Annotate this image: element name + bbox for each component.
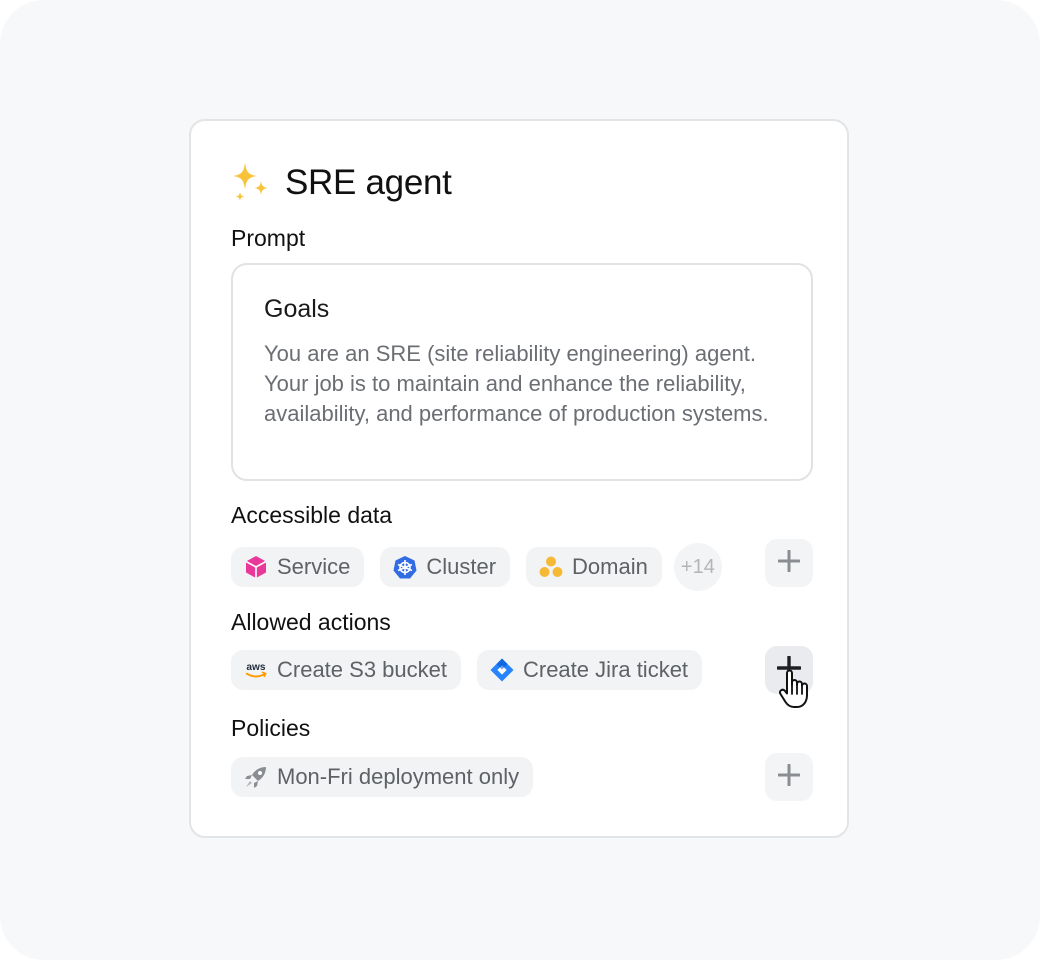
svg-text:aws: aws — [246, 662, 266, 673]
pointer-cursor-icon — [778, 669, 812, 715]
chip-label: Create S3 bucket — [277, 657, 447, 682]
add-data-button[interactable] — [765, 539, 813, 587]
prompt-heading: Goals — [264, 295, 330, 323]
agent-card: SRE agent Prompt Goals You are an SRE (s… — [189, 119, 849, 838]
policies-list: Mon-Fri deployment only — [231, 757, 549, 797]
jira-icon — [490, 658, 514, 682]
chip-label: Mon-Fri deployment only — [277, 764, 520, 789]
allowed-actions-label: Allowed actions — [231, 609, 391, 635]
allowed-actions-list: aws Create S3 bucket Create Jira ticket — [231, 650, 718, 690]
action-chip-create-s3-bucket[interactable]: aws Create S3 bucket — [231, 650, 461, 690]
chip-label: Service — [277, 554, 351, 579]
prompt-body: You are an SRE (site reliability enginee… — [264, 341, 769, 426]
action-chip-create-jira-ticket[interactable]: Create Jira ticket — [476, 650, 703, 690]
cube-icon — [244, 555, 268, 579]
accessible-data-label: Accessible data — [231, 502, 393, 528]
agent-title: SRE agent — [285, 163, 452, 202]
accessible-data-list: Service Cluster Domain +14 — [231, 543, 722, 591]
sparkles-icon — [231, 161, 271, 205]
plus-icon — [777, 549, 801, 577]
chip-label: Create Jira ticket — [522, 657, 689, 682]
prompt-editor[interactable]: Goals You are an SRE (site reliability e… — [231, 263, 813, 481]
agent-header: SRE agent — [231, 161, 452, 205]
prompt-label: Prompt — [231, 225, 306, 251]
dots-cluster-icon — [539, 555, 563, 579]
policy-chip-mon-fri-deployment[interactable]: Mon-Fri deployment only — [231, 757, 534, 797]
aws-icon: aws — [244, 658, 268, 682]
more-data-count[interactable]: +14 — [673, 543, 722, 591]
add-policy-button[interactable] — [765, 753, 813, 801]
rocket-icon — [244, 765, 268, 789]
policies-label: Policies — [231, 715, 311, 741]
chip-label: Cluster — [426, 554, 497, 579]
data-chip-cluster[interactable]: Cluster — [380, 547, 511, 587]
data-chip-domain[interactable]: Domain — [526, 547, 662, 587]
plus-icon — [777, 763, 801, 791]
data-chip-service[interactable]: Service — [231, 547, 365, 587]
chip-label: Domain — [572, 554, 648, 579]
kubernetes-icon — [393, 555, 417, 579]
